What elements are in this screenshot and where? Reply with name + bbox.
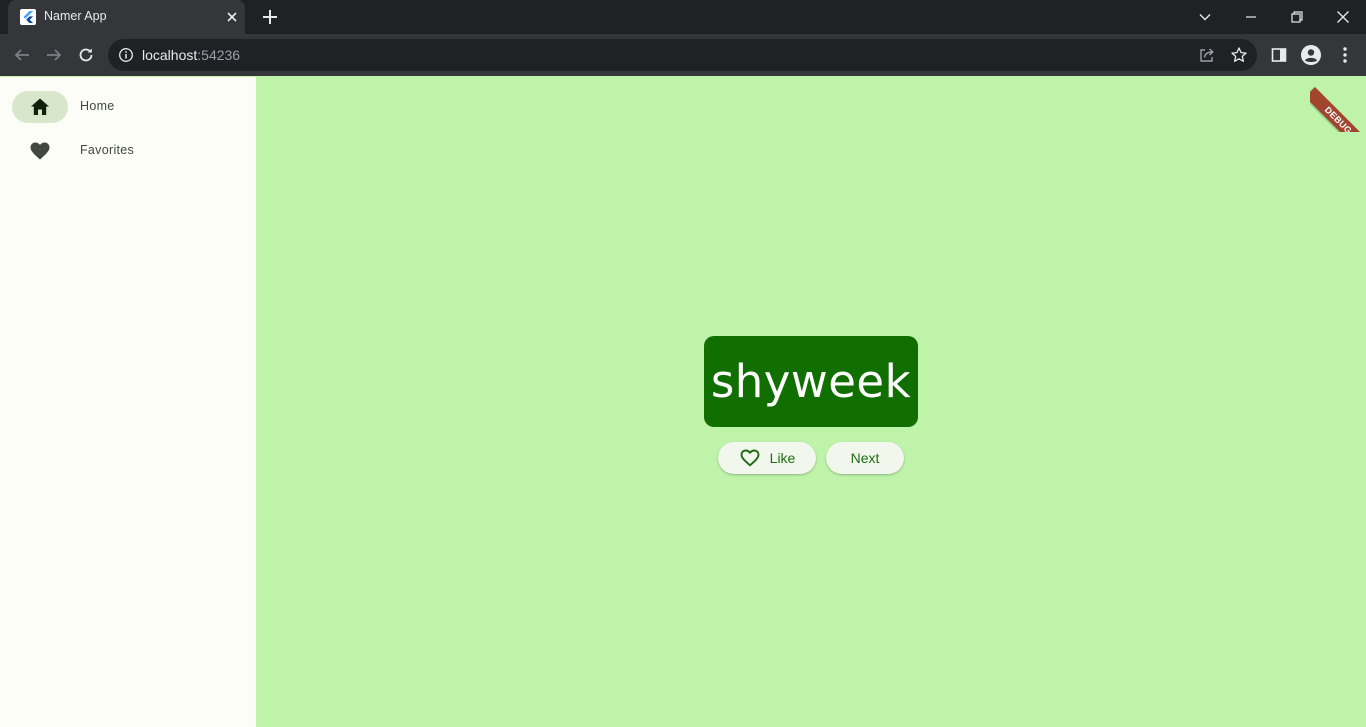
bookmark-star-icon[interactable]: [1230, 46, 1248, 64]
home-icon: [29, 96, 51, 118]
rail-label-favorites: Favorites: [80, 143, 135, 157]
debug-banner: DEBUG: [1310, 76, 1366, 132]
url-port: :54236: [197, 47, 241, 63]
address-bar[interactable]: localhost:54236: [108, 39, 1257, 71]
browser-toolbar: localhost:54236: [0, 34, 1366, 76]
favorite-icon: [29, 140, 51, 162]
new-tab-icon[interactable]: [260, 7, 280, 27]
debug-label: DEBUG: [1322, 104, 1354, 132]
generator-page: shyweek Like Next DEBUG: [256, 76, 1366, 727]
navigation-rail: Home Favorites: [0, 77, 256, 727]
like-button[interactable]: Like: [718, 442, 816, 474]
tab-close-icon[interactable]: [224, 9, 240, 25]
rail-label-home: Home: [80, 99, 115, 113]
url-host: localhost: [142, 47, 198, 63]
tab-title: Namer App: [44, 9, 107, 23]
back-icon[interactable]: [10, 43, 34, 67]
site-info-icon[interactable]: [118, 47, 134, 63]
like-button-label: Like: [769, 450, 796, 466]
side-panel-icon[interactable]: [1267, 43, 1291, 67]
url-text: localhost:54236: [142, 47, 240, 63]
forward-icon[interactable]: [42, 43, 66, 67]
word-pair-card: shyweek: [704, 336, 918, 427]
minimize-icon[interactable]: [1228, 0, 1274, 34]
rail-item-home[interactable]: Home: [0, 87, 256, 127]
browser-tab[interactable]: Namer App: [8, 0, 245, 34]
next-button-label: Next: [850, 450, 880, 466]
restore-icon[interactable]: [1274, 0, 1320, 34]
favorite-border-icon: [739, 447, 761, 469]
flutter-favicon-icon: [20, 9, 36, 25]
word-pair-text: shyweek: [710, 355, 912, 408]
app-viewport: Home Favorites shyweek Like Next DEBUG: [0, 76, 1366, 727]
next-button[interactable]: Next: [826, 442, 904, 474]
profile-avatar-icon[interactable]: [1299, 43, 1323, 67]
share-icon[interactable]: [1198, 46, 1216, 64]
browser-tab-strip: Namer App: [0, 0, 1366, 34]
tab-search-chevron-icon[interactable]: [1182, 0, 1228, 34]
more-menu-icon[interactable]: [1333, 43, 1357, 67]
close-window-icon[interactable]: [1320, 0, 1366, 34]
reload-icon[interactable]: [74, 43, 98, 67]
debug-ribbon: DEBUG: [1310, 87, 1366, 132]
rail-item-favorites[interactable]: Favorites: [0, 131, 256, 171]
